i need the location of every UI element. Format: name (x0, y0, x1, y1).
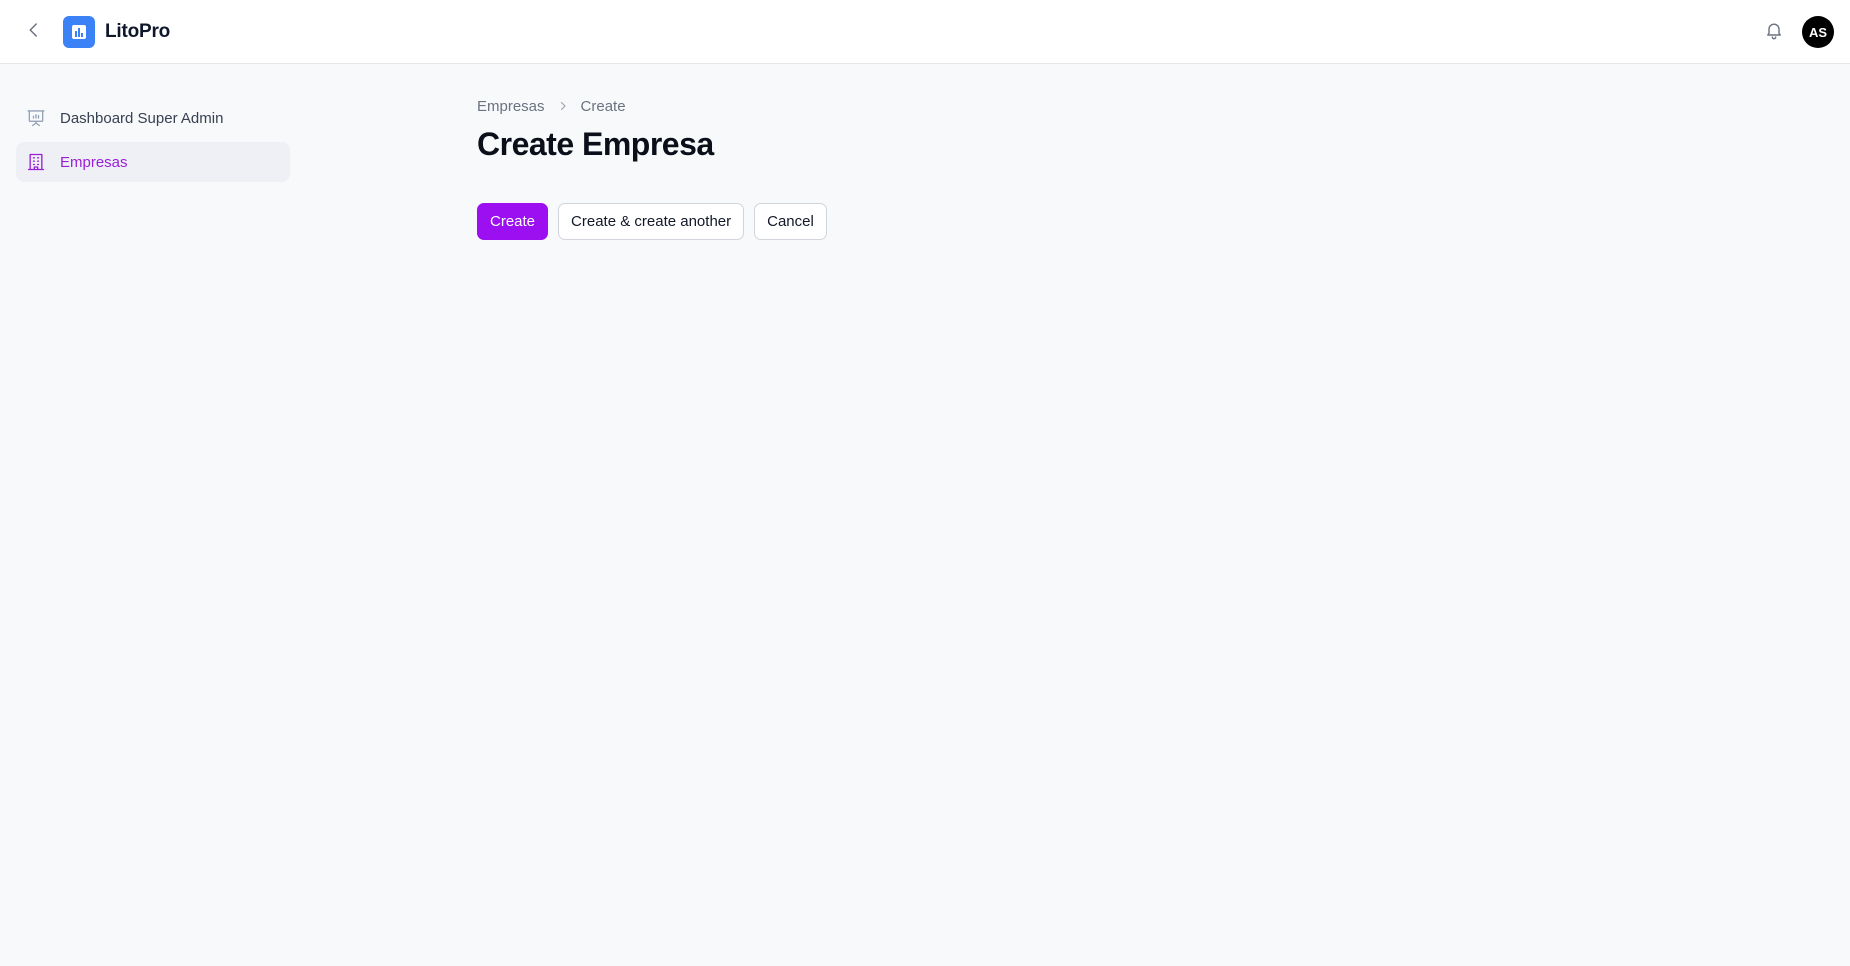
sidebar-item-label: Dashboard Super Admin (60, 109, 224, 127)
building-office-icon (26, 152, 46, 172)
sidebar-item-empresas[interactable]: Empresas (16, 142, 290, 182)
sidebar-item-dashboard[interactable]: Dashboard Super Admin (16, 98, 290, 138)
bar-chart-icon (63, 16, 95, 48)
breadcrumb-item-create: Create (580, 97, 626, 115)
presentation-chart-icon (26, 108, 46, 128)
breadcrumb: Empresas Create (477, 96, 837, 116)
breadcrumb-item-empresas[interactable]: Empresas (477, 98, 545, 115)
avatar[interactable]: AS (1802, 16, 1834, 48)
form-actions: Create Create & create another Cancel (477, 203, 837, 240)
cancel-button[interactable]: Cancel (754, 203, 827, 240)
notifications-button[interactable] (1760, 18, 1788, 46)
create-button[interactable]: Create (477, 203, 549, 240)
chevron-left-icon (25, 21, 43, 44)
page-title: Create Empresa (477, 126, 714, 162)
sidebar-item-label: Empresas (60, 153, 128, 171)
back-button[interactable] (20, 18, 48, 46)
create-another-button[interactable]: Create & create another (558, 203, 745, 240)
brand[interactable]: LitoPro (63, 16, 170, 48)
sidebar: Dashboard Super Admin Empresas (16, 98, 290, 186)
main-content: Empresas Create Create Empresa Create Cr… (477, 96, 837, 240)
app-name: LitoPro (105, 21, 171, 42)
top-bar: LitoPro AS (0, 0, 1850, 64)
chevron-right-icon (557, 100, 569, 112)
bell-icon (1764, 20, 1784, 45)
